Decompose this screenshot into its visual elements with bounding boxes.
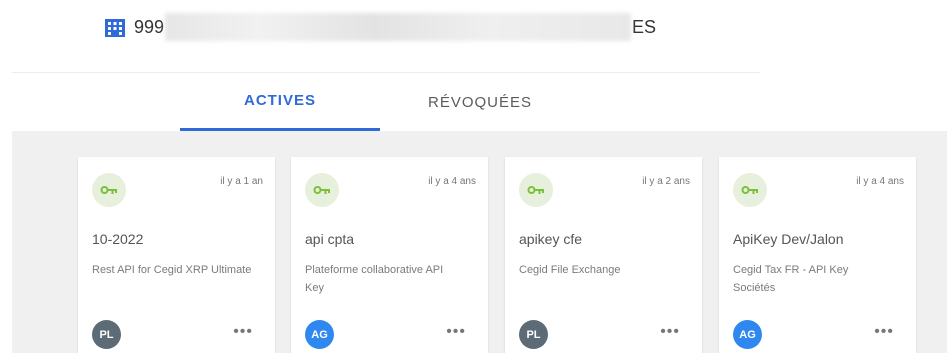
org-name-start: 999 [134,16,165,37]
key-icon [519,173,553,207]
api-key-card[interactable]: il y a 4 ans ApiKey Dev/Jalon Cegid Tax … [719,157,916,353]
avatar: AG [733,320,762,349]
building-icon [104,16,126,38]
card-age: il y a 1 an [220,176,263,187]
card-description: Plateforme collaborative API Key [305,264,444,294]
card-description: Cegid File Exchange [519,264,621,276]
card-description: Cegid Tax FR - API Key Sociétés [733,264,849,294]
tab-actives[interactable]: ACTIVES [180,73,380,131]
card-description: Rest API for Cegid XRP Ultimate [92,264,252,276]
tab-bar: ACTIVES RÉVOQUÉES [12,73,760,131]
card-title: apikey cfe [519,231,583,247]
api-key-card[interactable]: il y a 1 an 10-2022 Rest API for Cegid X… [78,157,275,353]
api-key-card[interactable]: il y a 2 ans apikey cfe Cegid File Excha… [505,157,702,353]
card-title: ApiKey Dev/Jalon [733,231,844,247]
tab-revoquees[interactable]: RÉVOQUÉES [380,73,580,131]
card-age: il y a 2 ans [642,176,690,187]
org-name-end: ES [632,16,657,37]
org-header: 999 ES [104,13,657,41]
avatar: PL [519,320,548,349]
card-title: 10-2022 [92,231,144,247]
card-title: api cpta [305,231,355,247]
key-icon [733,173,767,207]
card-age: il y a 4 ans [856,176,904,187]
org-name-redacted [165,13,632,41]
more-options-icon[interactable]: ••• [233,324,253,340]
avatar: AG [305,320,334,349]
card-age: il y a 4 ans [428,176,476,187]
key-icon [305,173,339,207]
key-icon [92,173,126,207]
more-options-icon[interactable]: ••• [446,324,466,340]
avatar: PL [92,320,121,349]
more-options-icon[interactable]: ••• [874,324,894,340]
more-options-icon[interactable]: ••• [660,324,680,340]
api-key-card[interactable]: il y a 4 ans api cpta Plateforme collabo… [291,157,488,353]
